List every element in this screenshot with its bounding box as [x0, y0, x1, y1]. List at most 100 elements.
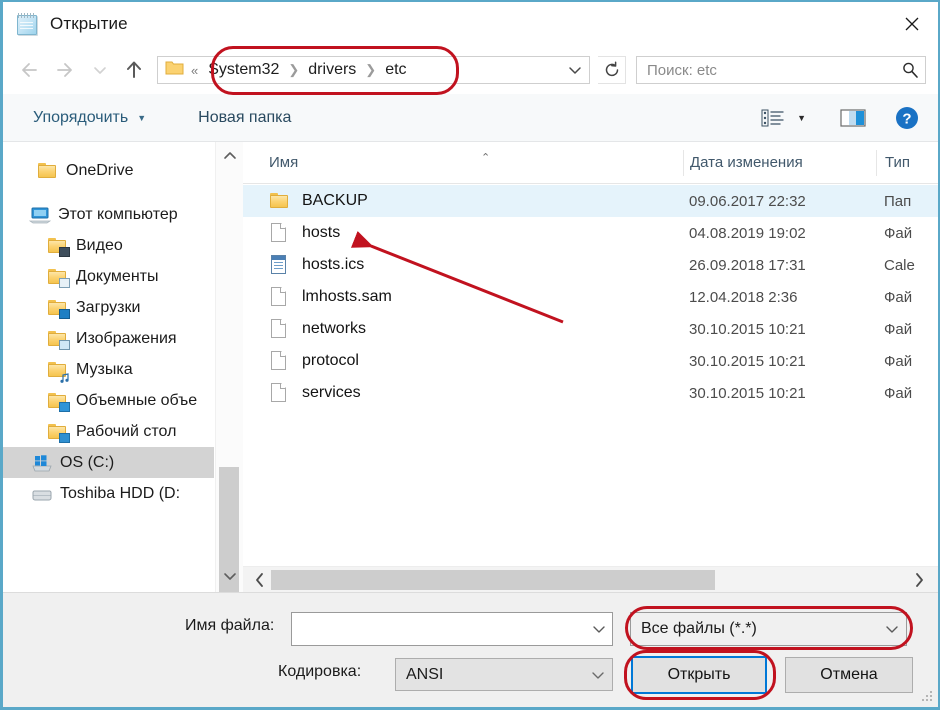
breadcrumb-etc[interactable]: etc [381, 61, 410, 79]
sidebar-item-label: Загрузки [76, 298, 141, 316]
sidebar-item-onedrive[interactable]: OneDrive [3, 155, 214, 186]
sidebar-item-3d-objects[interactable]: Объемные объе [3, 385, 214, 416]
refresh-icon [605, 61, 618, 77]
file-name-cell: hosts [243, 222, 683, 244]
column-header-name[interactable]: Имя ⌃ [243, 150, 683, 176]
chevron-down-icon: ▼ [137, 112, 147, 123]
table-row[interactable]: hosts 04.08.2019 19:02 Фай [243, 217, 938, 249]
column-header-type[interactable]: Тип [876, 149, 938, 176]
sidebar-item-label: Этот компьютер [58, 205, 178, 223]
column-header-date-modified[interactable]: Дата изменения [683, 149, 876, 176]
hard-drive-icon [31, 484, 53, 504]
navigation-pane[interactable]: OneDrive Этот компьютер Видео Документы … [3, 142, 215, 592]
chevron-down-icon[interactable] [878, 623, 906, 635]
address-dropdown-button[interactable] [561, 57, 589, 83]
table-row[interactable]: protocol 30.10.2015 10:21 Фай [243, 345, 938, 377]
file-name-label: services [302, 384, 361, 401]
table-row[interactable]: hosts.ics 26.09.2018 17:31 Cale [243, 249, 938, 281]
file-name-cell: BACKUP [243, 190, 683, 212]
filename-label: Имя файла: [185, 617, 275, 634]
file-name-cell: networks [243, 318, 683, 340]
file-date-cell: 30.10.2015 10:21 [689, 384, 806, 402]
cancel-button[interactable]: Отмена [785, 657, 913, 693]
chevron-down-icon: ▼ [797, 112, 806, 123]
column-header-name-label: Имя [269, 154, 299, 171]
scrollbar-thumb[interactable] [271, 570, 715, 590]
arrow-right-icon [57, 63, 72, 77]
close-icon [905, 17, 919, 31]
column-header-row: Имя ⌃ Дата изменения Тип [243, 142, 938, 184]
encoding-value: ANSI [406, 665, 444, 683]
breadcrumb-drivers[interactable]: drivers [304, 61, 360, 79]
sidebar-item-os-c[interactable]: OS (C:) [3, 447, 214, 478]
windows-drive-icon [31, 453, 53, 473]
new-folder-button[interactable]: Новая папка [188, 94, 301, 141]
sidebar-item-music[interactable]: Музыка [3, 354, 214, 385]
breadcrumb-separator[interactable]: ❯ [283, 62, 304, 78]
organize-button[interactable]: Упорядочить ▼ [23, 94, 156, 141]
chevron-down-icon[interactable] [586, 623, 612, 635]
address-bar[interactable]: « System32 ❯ drivers ❯ etc [157, 56, 590, 84]
preview-pane-icon [840, 108, 866, 127]
view-list-icon [761, 109, 784, 126]
open-file-dialog: Открытие « System32 ❯ drivers ❯ etc Поис… [0, 0, 940, 710]
chevron-down-icon [223, 573, 236, 580]
sidebar-item-label: Объемные объе [76, 391, 198, 409]
navpane-spacer [3, 142, 214, 155]
scroll-up-button[interactable] [216, 144, 243, 168]
filename-input[interactable] [291, 612, 613, 646]
encoding-dropdown[interactable]: ANSI [395, 658, 613, 691]
file-type-filter-dropdown[interactable]: Все файлы (*.*) [630, 612, 907, 646]
scroll-right-button[interactable] [906, 567, 932, 593]
change-view-button[interactable]: ▼ [757, 108, 810, 128]
chevron-down-icon[interactable] [584, 669, 612, 681]
resize-grip[interactable] [921, 691, 933, 703]
chevron-down-icon [569, 67, 581, 74]
search-input[interactable]: Поиск: etc [647, 62, 895, 79]
table-row[interactable]: services 30.10.2015 10:21 Фай [243, 377, 938, 409]
window-title: Открытие [50, 14, 128, 33]
file-date-cell: 04.08.2019 19:02 [689, 224, 806, 242]
breadcrumb-overflow[interactable]: « [191, 63, 198, 78]
breadcrumb-separator[interactable]: ❯ [360, 62, 381, 78]
forward-button[interactable] [49, 53, 83, 87]
sidebar-item-label: Документы [76, 267, 159, 285]
file-date-cell: 30.10.2015 10:21 [689, 352, 806, 370]
chevron-up-icon [223, 152, 236, 159]
sidebar-item-documents[interactable]: Документы [3, 261, 214, 292]
arrow-left-icon [22, 63, 37, 77]
preview-pane-button[interactable] [840, 108, 866, 128]
table-row[interactable]: BACKUP 09.06.2017 22:32 Пап [243, 185, 938, 217]
scroll-down-button[interactable] [216, 564, 243, 588]
file-type-cell: Фай [884, 224, 913, 242]
sidebar-item-toshiba-hdd-d[interactable]: Toshiba HDD (D: [3, 478, 214, 509]
breadcrumb-system32[interactable]: System32 [204, 61, 283, 79]
new-folder-label: Новая папка [198, 108, 292, 126]
file-list-pane[interactable]: Имя ⌃ Дата изменения Тип BACKUP 09.06.20… [243, 142, 938, 592]
navpane-scrollbar[interactable] [215, 142, 243, 622]
file-date-cell: 30.10.2015 10:21 [689, 320, 806, 338]
help-button[interactable]: ? [894, 105, 920, 131]
file-name-cell: protocol [243, 350, 683, 372]
sidebar-item-videos[interactable]: Видео [3, 230, 214, 261]
navpane-spacer [3, 186, 214, 199]
recent-locations-button[interactable] [83, 53, 117, 87]
sidebar-item-downloads[interactable]: Загрузки [3, 292, 214, 323]
refresh-button[interactable] [598, 56, 626, 84]
back-button[interactable] [15, 53, 49, 87]
sidebar-item-desktop[interactable]: Рабочий стол [3, 416, 214, 447]
file-name-cell: services [243, 382, 683, 404]
sidebar-item-this-pc[interactable]: Этот компьютер [3, 199, 214, 230]
horizontal-scrollbar[interactable] [243, 566, 938, 592]
command-bar: Упорядочить ▼ Новая папка ▼ ? [3, 94, 938, 142]
table-row[interactable]: networks 30.10.2015 10:21 Фай [243, 313, 938, 345]
table-row[interactable]: lmhosts.sam 12.04.2018 2:36 Фай [243, 281, 938, 313]
file-name-label: hosts.ics [302, 256, 365, 273]
scroll-left-button[interactable] [247, 567, 273, 593]
title-bar: Открытие [3, 2, 938, 46]
close-button[interactable] [886, 2, 938, 46]
sidebar-item-pictures[interactable]: Изображения [3, 323, 214, 354]
open-button[interactable]: Открыть [631, 656, 767, 694]
search-box[interactable]: Поиск: etc [636, 56, 926, 84]
up-button[interactable] [117, 53, 151, 87]
